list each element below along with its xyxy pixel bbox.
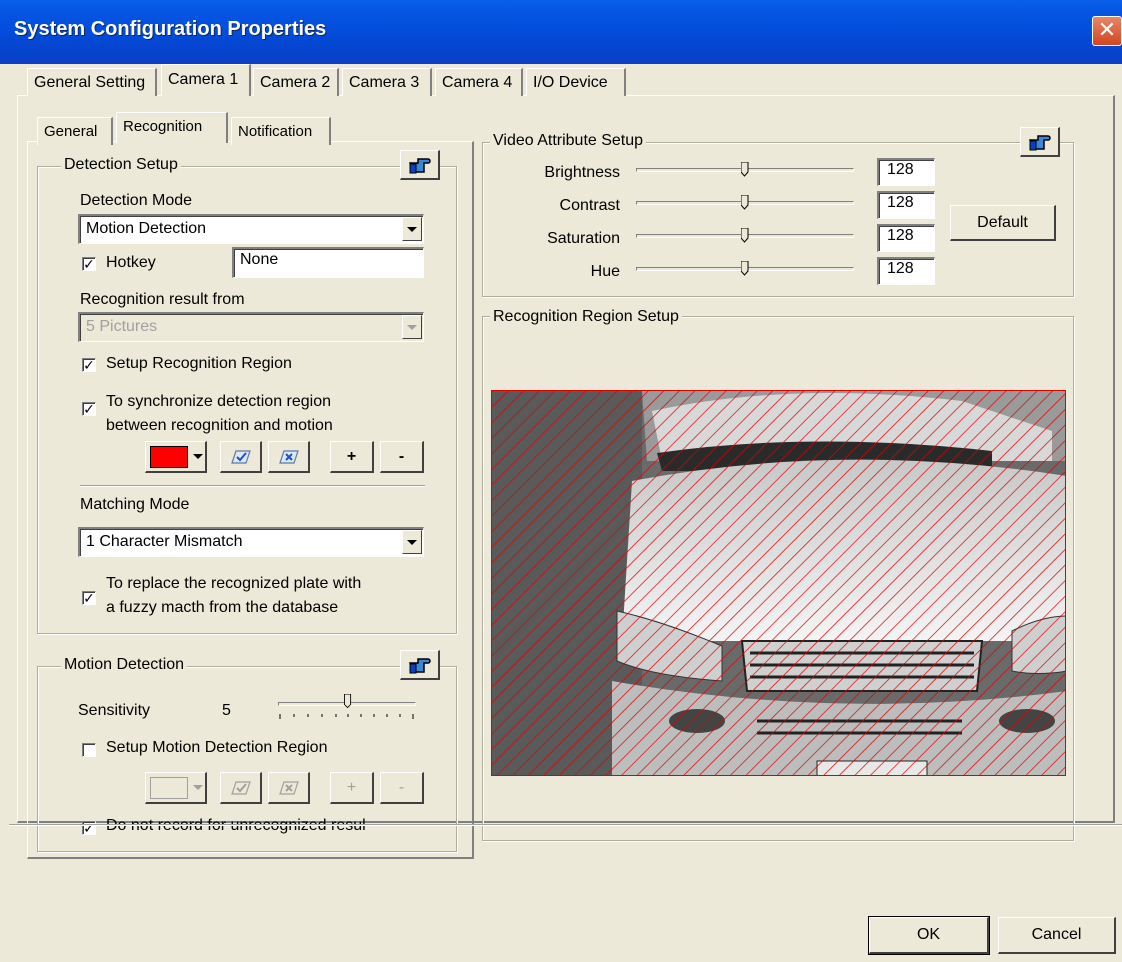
- hotkey-checkbox[interactable]: ✓: [82, 257, 96, 271]
- chevron-down-icon[interactable]: [402, 530, 422, 554]
- brightness-slider[interactable]: [636, 160, 854, 182]
- sync-region-label-line2: between recognition and motion: [106, 417, 333, 434]
- detection-mode-label: Detection Mode: [80, 192, 193, 209]
- footer-separator: [9, 824, 1122, 826]
- tab-camera-1[interactable]: Camera 1: [161, 64, 251, 96]
- hue-value-input[interactable]: 128: [877, 257, 935, 285]
- tab-io-device[interactable]: I/O Device: [526, 68, 626, 96]
- slider-thumb[interactable]: [741, 261, 749, 277]
- ok-button[interactable]: OK: [868, 916, 990, 955]
- matching-mode-label: Matching Mode: [80, 496, 190, 513]
- contrast-slider[interactable]: [636, 193, 854, 215]
- hotkey-label: Hotkey: [106, 254, 156, 271]
- video-attribute-pointer-button[interactable]: [1020, 127, 1060, 157]
- motion-zoom-in-button[interactable]: +: [330, 772, 374, 804]
- slider-thumb[interactable]: [741, 195, 749, 211]
- camera-preview-image: [492, 391, 1065, 775]
- color-swatch: [150, 776, 188, 799]
- fuzzy-match-label-line1: To replace the recognized plate with: [106, 575, 362, 592]
- tab-camera-3[interactable]: Camera 3: [342, 68, 432, 96]
- no-record-unrecognized-label: Do not record for unrecognized resul: [106, 817, 366, 834]
- sensitivity-label: Sensitivity: [78, 702, 151, 719]
- setup-recognition-region-checkbox[interactable]: ✓: [82, 358, 96, 372]
- eraser-icon: [278, 449, 299, 464]
- matching-mode-select[interactable]: 1 Character Mismatch: [78, 527, 424, 557]
- pencil-icon: [230, 449, 251, 464]
- sensitivity-value: 5: [222, 702, 231, 719]
- recognition-result-from-label: Recognition result from: [80, 291, 245, 308]
- contrast-value-input[interactable]: 128: [877, 191, 935, 219]
- eraser-icon: [278, 780, 299, 795]
- saturation-label: Saturation: [547, 230, 620, 247]
- detection-setup-title: Detection Setup: [61, 156, 181, 174]
- erase-region-button[interactable]: [268, 441, 310, 473]
- window-title: System Configuration Properties: [14, 18, 327, 40]
- setup-motion-region-label: Setup Motion Detection Region: [106, 739, 328, 756]
- region-color-picker[interactable]: [145, 441, 207, 473]
- tab-camera-2[interactable]: Camera 2: [253, 68, 339, 96]
- hotkey-input[interactable]: None: [232, 247, 424, 278]
- setup-recognition-region-label: Setup Recognition Region: [106, 355, 292, 372]
- recognition-region-title: Recognition Region Setup: [490, 308, 682, 326]
- motion-erase-region-button[interactable]: [268, 772, 310, 804]
- motion-zoom-out-button[interactable]: -: [380, 772, 424, 804]
- slider-ticks: [279, 714, 414, 719]
- cancel-button[interactable]: Cancel: [998, 917, 1116, 954]
- sensitivity-slider[interactable]: [278, 694, 416, 722]
- chevron-down-icon: [193, 785, 203, 790]
- pencil-icon: [230, 780, 251, 795]
- saturation-slider[interactable]: [636, 226, 854, 248]
- hue-label: Hue: [590, 263, 620, 280]
- zoom-out-button[interactable]: -: [380, 441, 424, 473]
- hand-pointer-icon: [408, 657, 431, 673]
- fuzzy-match-checkbox[interactable]: ✓: [82, 591, 96, 605]
- slider-thumb[interactable]: [344, 694, 352, 708]
- brightness-label: Brightness: [544, 164, 620, 181]
- color-swatch: [150, 445, 188, 468]
- recognition-result-from-select[interactable]: 5 Pictures: [78, 312, 424, 342]
- detection-mode-select[interactable]: Motion Detection: [78, 214, 424, 244]
- hand-pointer-icon: [408, 157, 431, 173]
- sync-region-checkbox[interactable]: ✓: [82, 402, 96, 416]
- chevron-down-icon[interactable]: [402, 315, 422, 339]
- tab-general[interactable]: General: [37, 117, 113, 145]
- fuzzy-match-label-line2: a fuzzy macth from the database: [106, 599, 339, 616]
- hand-pointer-icon: [1028, 134, 1051, 150]
- camera-preview[interactable]: [491, 390, 1066, 776]
- contrast-label: Contrast: [559, 197, 620, 214]
- motion-detection-pointer-button[interactable]: [400, 650, 440, 680]
- setup-motion-region-checkbox[interactable]: [82, 743, 96, 757]
- video-attribute-title: Video Attribute Setup: [490, 132, 647, 150]
- detection-setup-pointer-button[interactable]: [400, 150, 440, 180]
- detection-mode-value: Motion Detection: [86, 220, 207, 237]
- sync-region-label-line1: To synchronize detection region: [106, 393, 332, 410]
- draw-region-button[interactable]: [220, 441, 262, 473]
- chevron-down-icon[interactable]: [402, 217, 422, 241]
- motion-region-color-picker[interactable]: [145, 772, 207, 804]
- motion-draw-region-button[interactable]: [220, 772, 262, 804]
- close-icon[interactable]: ✕: [1092, 16, 1122, 46]
- chevron-down-icon: [193, 454, 203, 459]
- separator: [80, 485, 425, 487]
- saturation-value-input[interactable]: 128: [877, 224, 935, 252]
- tab-recognition[interactable]: Recognition: [116, 112, 228, 143]
- tab-general-setting[interactable]: General Setting: [27, 68, 157, 96]
- default-button[interactable]: Default: [950, 205, 1056, 241]
- zoom-in-button[interactable]: +: [330, 441, 374, 473]
- hue-slider[interactable]: [636, 259, 854, 281]
- motion-detection-title: Motion Detection: [61, 656, 188, 674]
- slider-thumb[interactable]: [741, 162, 749, 178]
- brightness-value-input[interactable]: 128: [877, 158, 935, 186]
- tab-camera-4[interactable]: Camera 4: [435, 68, 523, 96]
- slider-thumb[interactable]: [741, 228, 749, 244]
- recognition-result-from-value: 5 Pictures: [86, 318, 158, 335]
- tab-notification[interactable]: Notification: [231, 117, 331, 145]
- matching-mode-value: 1 Character Mismatch: [86, 533, 243, 550]
